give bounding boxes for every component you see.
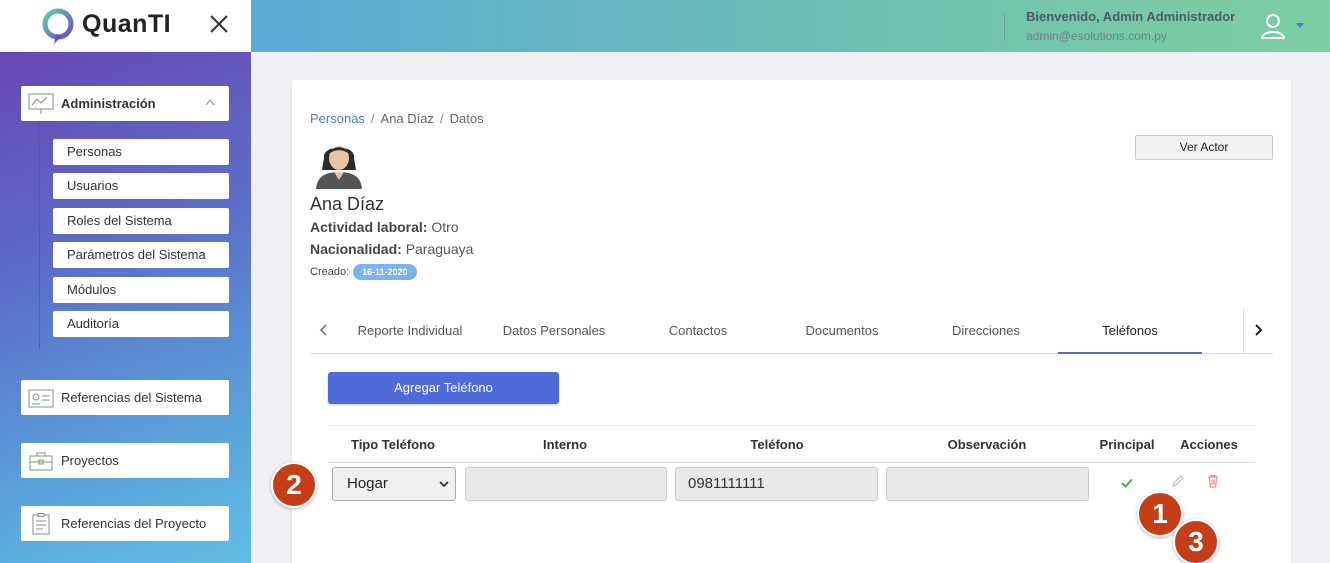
nationality-label: Nacionalidad: xyxy=(310,241,402,257)
chevron-up-icon[interactable] xyxy=(205,98,215,106)
main-card: Personas / Ana Díaz / Datos Ver Actor Ana Dí… xyxy=(292,80,1291,563)
job-value: Otro xyxy=(431,219,459,235)
tab-contactos[interactable]: Contactos xyxy=(636,309,760,354)
created-date-badge: 16-11-2020 xyxy=(353,264,417,280)
col-acciones: Acciones xyxy=(1180,437,1238,452)
tipo-telefono-select[interactable]: Hogar xyxy=(332,467,456,501)
chevron-left-icon[interactable] xyxy=(316,322,332,338)
sidebar-item-parametros[interactable]: Parámetros del Sistema xyxy=(53,242,229,268)
table-header: Tipo Teléfono Interno Teléfono Observaci… xyxy=(328,425,1255,463)
pencil-icon[interactable] xyxy=(1171,474,1185,488)
created-label: Creado: xyxy=(310,266,350,278)
top-header: Bienvenido, Admin Administrador admin@es… xyxy=(251,0,1330,52)
sidebar-item-usuarios[interactable]: Usuarios xyxy=(53,173,229,199)
tab-documentos[interactable]: Documentos xyxy=(780,309,904,354)
breadcrumb-person[interactable]: Ana Díaz xyxy=(381,111,434,126)
sidebar-group-label: Proyectos xyxy=(61,453,119,468)
close-icon[interactable] xyxy=(207,12,231,36)
sidebar-group-administracion[interactable]: Administración xyxy=(21,86,229,121)
check-icon xyxy=(1121,478,1133,488)
sidebar-item-modulos[interactable]: Módulos xyxy=(53,277,229,303)
quanti-logo-icon xyxy=(42,8,74,44)
tab-separator xyxy=(1243,309,1244,353)
tab-datos-personales[interactable]: Datos Personales xyxy=(492,309,616,354)
id-card-icon xyxy=(28,389,54,407)
user-email: admin@esolutions.com.py xyxy=(1026,29,1167,43)
chevron-down-icon xyxy=(439,481,449,488)
job-label: Actividad laboral: xyxy=(310,219,428,235)
breadcrumb-separator: / xyxy=(370,111,375,126)
breadcrumb-current: Datos xyxy=(449,111,484,126)
col-telefono: Teléfono xyxy=(750,437,804,452)
person-name: Ana Díaz xyxy=(310,194,385,214)
sidebar-group-label: Administración xyxy=(61,96,156,111)
sidebar-item-roles[interactable]: Roles del Sistema xyxy=(53,208,229,234)
header-divider xyxy=(1004,13,1005,41)
add-telefono-button[interactable]: Agregar Teléfono xyxy=(328,372,559,404)
sidebar-item-auditoria[interactable]: Auditoría xyxy=(53,311,229,337)
col-observacion: Observación xyxy=(947,437,1027,452)
table-row: Hogar 0981111111 xyxy=(328,463,1255,525)
chevron-right-icon[interactable] xyxy=(1250,322,1266,338)
trash-icon[interactable] xyxy=(1206,474,1220,488)
created-line: Creado: 16-11-2020 xyxy=(310,264,417,280)
presentation-icon xyxy=(28,93,54,114)
brand-name: QuanTI xyxy=(82,10,172,38)
nationality-value: Paraguaya xyxy=(405,241,474,257)
nationality-line: Nacionalidad: Paraguaya xyxy=(310,241,473,257)
tab-direcciones[interactable]: Direcciones xyxy=(924,309,1048,354)
job-line: Actividad laboral: Otro xyxy=(310,219,459,235)
logo-bar: QuanTI xyxy=(0,0,251,52)
avatar xyxy=(316,146,362,189)
col-principal: Principal xyxy=(1099,437,1155,452)
step-marker-3: 3 xyxy=(1173,519,1219,563)
sidebar-group-label: Referencias del Sistema xyxy=(61,390,202,405)
breadcrumb-personas[interactable]: Personas xyxy=(310,111,365,126)
step-marker-2: 2 xyxy=(271,462,317,508)
tab-reporte-individual[interactable]: Reporte Individual xyxy=(348,309,472,354)
sidebar-group-referencias-proyecto[interactable]: Referencias del Proyecto xyxy=(21,506,229,541)
breadcrumb: Personas / Ana Díaz / Datos xyxy=(310,111,484,126)
breadcrumb-separator: / xyxy=(440,111,444,126)
col-tipo-telefono: Tipo Teléfono xyxy=(350,437,435,452)
ver-actor-button[interactable]: Ver Actor xyxy=(1135,135,1273,160)
caret-down-icon[interactable] xyxy=(1296,23,1304,29)
col-interno: Interno xyxy=(542,437,588,452)
sidebar: QuanTI Administración Personas Usuarios … xyxy=(0,0,251,563)
telefono-field[interactable]: 0981111111 xyxy=(675,467,878,501)
user-icon[interactable] xyxy=(1259,12,1287,40)
clipboard-icon xyxy=(32,512,50,534)
sidebar-group-proyectos[interactable]: Proyectos xyxy=(21,443,229,478)
welcome-text: Bienvenido, Admin Administrador xyxy=(1026,9,1236,24)
tipo-telefono-value: Hogar xyxy=(347,475,388,492)
sidebar-group-label: Referencias del Proyecto xyxy=(61,516,207,531)
sidebar-group-referencias-sistema[interactable]: Referencias del Sistema xyxy=(21,380,229,415)
tree-line xyxy=(39,121,40,349)
interno-field[interactable] xyxy=(465,467,667,501)
tab-telefonos[interactable]: Teléfonos xyxy=(1058,309,1202,354)
sidebar-item-personas[interactable]: Personas xyxy=(53,139,229,165)
observacion-field[interactable] xyxy=(886,467,1089,501)
tabs-bar: Reporte Individual Datos Personales Cont… xyxy=(310,309,1273,354)
briefcase-icon xyxy=(29,452,53,470)
